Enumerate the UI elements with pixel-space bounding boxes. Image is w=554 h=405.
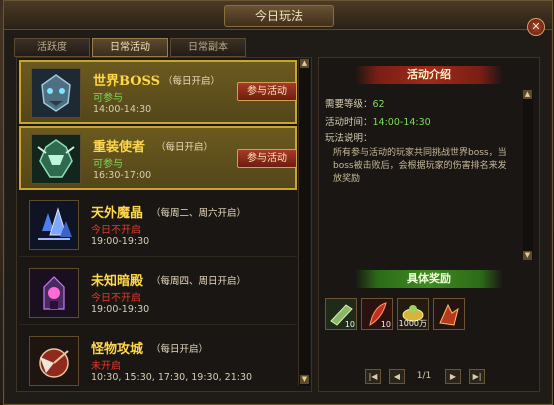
next-page-button[interactable]: ▶ — [445, 369, 461, 384]
activity-name: 未知暗殿 — [91, 274, 144, 289]
activity-time-info: 活动时间：14:00-14:30 — [325, 114, 431, 128]
activity-schedule: （每周四、周日开启） — [151, 276, 247, 287]
activity-time: 10:30, 15:30, 17:30, 19:30, 21:30 — [91, 372, 253, 383]
required-level-label: 需要等级： — [325, 99, 373, 110]
reward-banner: 具体奖励 — [355, 270, 503, 288]
activity-intro-banner: 活动介绍 — [355, 66, 503, 84]
detail-scrollbar[interactable]: ▲ ▼ — [523, 90, 533, 260]
activity-name: 世界BOSS — [93, 74, 161, 89]
window-title: 今日玩法 — [224, 5, 334, 27]
activity-status: 未开启 — [91, 361, 121, 372]
activity-schedule: （每日开启） — [151, 344, 209, 355]
activity-status: 今日不开启 — [91, 293, 141, 304]
daily-activities-window: 今日玩法 ✕ 活跃度 日常活动 日常副本 世界BOSS （每日开启） 可参与 1… — [3, 0, 553, 405]
activity-status: 可参与 — [93, 159, 123, 170]
required-level-value: 62 — [372, 99, 385, 110]
activity-row[interactable]: 世界BOSS （每日开启） 可参与 14:00-14:30 参与活动 — [19, 60, 297, 124]
activity-row[interactable]: 怪物攻城 （每日开启） 未开启 10:30, 15:30, 17:30, 19:… — [19, 330, 297, 392]
activity-time: 19:00-19:30 — [91, 304, 150, 315]
rules-label: 玩法说明： — [325, 133, 373, 144]
join-activity-button[interactable]: 参与活动 — [237, 149, 297, 168]
tab-daily-dungeons[interactable]: 日常副本 — [170, 38, 246, 57]
reward-count: 1000万 — [398, 319, 427, 328]
activity-name: 天外魔晶 — [91, 206, 144, 221]
reward-slot[interactable]: 10 — [325, 298, 357, 330]
armored-envoy-icon — [31, 134, 81, 184]
activity-row[interactable]: 天外魔晶 （每周二、周六开启） 今日不开启 19:00-19:30 — [19, 194, 297, 257]
activity-schedule: （每周二、周六开启） — [151, 208, 247, 219]
reward-slot[interactable]: 1000万 — [397, 298, 429, 330]
required-level: 需要等级：62 — [325, 96, 385, 110]
activity-time: 16:30-17:00 — [93, 170, 152, 181]
activity-name: 怪物攻城 — [91, 342, 144, 357]
activity-name: 重装使者 — [93, 140, 146, 155]
reward-slot[interactable]: 10 — [361, 298, 393, 330]
activity-row[interactable]: 未知暗殿 （每周四、周日开启） 今日不开启 19:00-19:30 — [19, 262, 297, 325]
siege-icon — [29, 336, 79, 386]
fire-rune-icon — [434, 299, 464, 329]
activity-schedule: （每日开启） — [163, 76, 221, 87]
scroll-down-icon[interactable]: ▼ — [523, 251, 532, 260]
join-activity-button[interactable]: 参与活动 — [237, 82, 297, 101]
activity-time: 19:00-19:30 — [91, 236, 150, 247]
activity-row[interactable]: 重装使者 （每日开启） 可参与 16:30-17:00 参与活动 — [19, 126, 297, 190]
boss-mask-icon — [31, 68, 81, 118]
last-page-button[interactable]: ▶| — [469, 369, 485, 384]
close-icon[interactable]: ✕ — [527, 18, 545, 36]
tab-daily-activities[interactable]: 日常活动 — [92, 38, 168, 57]
activity-time: 14:00-14:30 — [93, 104, 152, 115]
dark-shrine-icon — [29, 268, 79, 318]
activity-list: 世界BOSS （每日开启） 可参与 14:00-14:30 参与活动 重装使者 … — [16, 57, 312, 392]
activity-schedule: （每日开启） — [156, 142, 214, 153]
activity-detail-panel: 活动介绍 需要等级：62 活动时间：14:00-14:30 玩法说明： 所有参与… — [318, 57, 540, 392]
activity-status: 可参与 — [93, 93, 123, 104]
scroll-down-icon[interactable]: ▼ — [300, 375, 309, 384]
activity-list-scrollbar[interactable]: ▲ ▼ — [298, 59, 310, 386]
activity-time-value: 14:00-14:30 — [372, 117, 431, 128]
reward-slot[interactable] — [433, 298, 465, 330]
reward-count: 10 — [380, 320, 391, 329]
prev-page-button[interactable]: ◀ — [389, 369, 405, 384]
reward-count: 10 — [344, 320, 355, 329]
activity-status: 今日不开启 — [91, 225, 141, 236]
title-bar: 今日玩法 — [4, 1, 552, 30]
page-indicator: 1/1 — [416, 371, 432, 381]
rules-text: 所有参与活动的玩家共同挑战世界boss，当boss被击败后，会根据玩家的伤害排名… — [333, 148, 507, 184]
scroll-up-icon[interactable]: ▲ — [523, 90, 532, 99]
activity-time-label: 活动时间： — [325, 117, 373, 128]
scroll-up-icon[interactable]: ▲ — [300, 59, 309, 68]
tab-activity-points[interactable]: 活跃度 — [14, 38, 90, 57]
first-page-button[interactable]: |◀ — [365, 369, 381, 384]
blue-crystal-icon — [29, 200, 79, 250]
